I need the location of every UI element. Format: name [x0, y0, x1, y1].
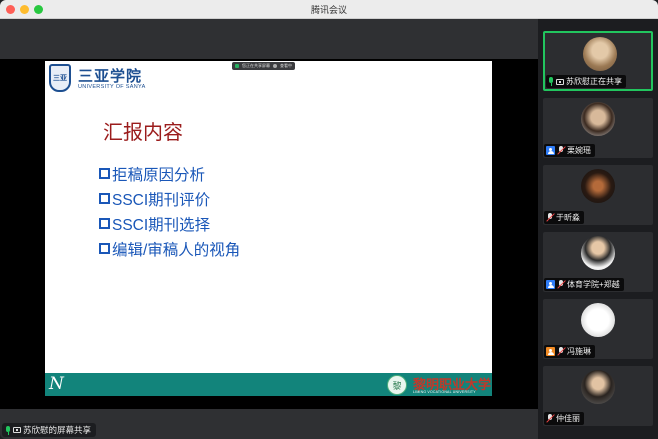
window-title: 腾讯会议 — [310, 5, 347, 15]
avatar — [581, 236, 615, 270]
screen-share-icon — [556, 78, 564, 85]
square-bullet-icon — [99, 168, 110, 179]
participant-sidebar: 苏欣慰正在共享 栗婉瑶 于昕淼 体育学院+郑越 冯施琳 仲佳丽 — [538, 19, 658, 439]
square-bullet-icon — [99, 218, 110, 229]
square-bullet-icon — [99, 243, 110, 254]
mic-muted-icon — [557, 280, 565, 289]
sharing-indicator-icon — [235, 64, 239, 68]
mic-on-icon — [5, 425, 11, 435]
bullet-item: 拒稿原因分析 — [99, 161, 240, 186]
viewer-icon — [273, 64, 277, 68]
mic-muted-icon — [546, 213, 554, 222]
user-icon — [546, 146, 555, 155]
screen-share-icon — [13, 427, 21, 433]
participant-tile[interactable]: 栗婉瑶 — [543, 98, 653, 158]
participant-tile[interactable]: 冯施琳 — [543, 299, 653, 359]
bullet-item: SSCI期刊评价 — [99, 186, 240, 211]
meeting-window: 腾讯会议 三亚 三亚学院 UNIVERSITY OF SANYA 汇报内容 拒稿… — [0, 0, 658, 439]
avatar — [583, 37, 617, 71]
participant-name-tag: 于昕淼 — [544, 211, 584, 224]
avatar — [581, 303, 615, 337]
screen-share-label: 苏欣慰的屏幕共享 — [2, 423, 97, 437]
shared-slide: 三亚 三亚学院 UNIVERSITY OF SANYA 汇报内容 拒稿原因分析 … — [45, 61, 492, 396]
user-icon — [546, 347, 555, 356]
logo-english-name: UNIVERSITY OF SANYA — [78, 84, 146, 90]
participant-name-tag: 冯施琳 — [544, 345, 595, 358]
mic-muted-icon — [557, 146, 565, 155]
participant-name-tag: 仲佳丽 — [544, 412, 584, 425]
slide-title: 汇报内容 — [103, 122, 183, 144]
participant-name-tag: 体育学院+郑越 — [544, 278, 624, 291]
bullet-item: SSCI期刊选择 — [99, 211, 240, 236]
top-toolbar-area — [0, 19, 538, 59]
liming-emblem-icon: 黎 — [387, 375, 407, 395]
sharing-status-pill[interactable]: 您正在共享屏幕 查看中 — [232, 62, 295, 70]
bullet-list: 拒稿原因分析 SSCI期刊评价 SSCI期刊选择 编辑/审稿人的视角 — [99, 161, 240, 261]
avatar — [581, 370, 615, 404]
footer-university-english: LIMING VOCATIONAL UNIVERSITY — [413, 390, 476, 394]
mic-muted-icon — [546, 414, 554, 423]
participant-tile[interactable]: 苏欣慰正在共享 — [543, 31, 653, 91]
participant-name-tag: 苏欣慰正在共享 — [546, 75, 626, 88]
participant-tile[interactable]: 于昕淼 — [543, 165, 653, 225]
bullet-item: 编辑/审稿人的视角 — [99, 236, 240, 261]
participant-name-tag: 栗婉瑶 — [544, 144, 595, 157]
slide-footer: N 黎 黎明职业大学 LIMING VOCATIONAL UNIVERSITY — [45, 373, 492, 396]
mic-on-icon — [548, 77, 554, 86]
square-bullet-icon — [99, 193, 110, 204]
user-icon — [546, 280, 555, 289]
title-bar: 腾讯会议 — [0, 0, 658, 19]
avatar — [581, 102, 615, 136]
mic-muted-icon — [557, 347, 565, 356]
university-crest-icon: 三亚 — [49, 64, 71, 92]
participant-tile[interactable]: 仲佳丽 — [543, 366, 653, 426]
logo-chinese-name: 三亚学院 — [78, 67, 143, 85]
avatar — [581, 169, 615, 203]
footer-n-logo: N — [49, 374, 64, 394]
participant-tile[interactable]: 体育学院+郑越 — [543, 232, 653, 292]
